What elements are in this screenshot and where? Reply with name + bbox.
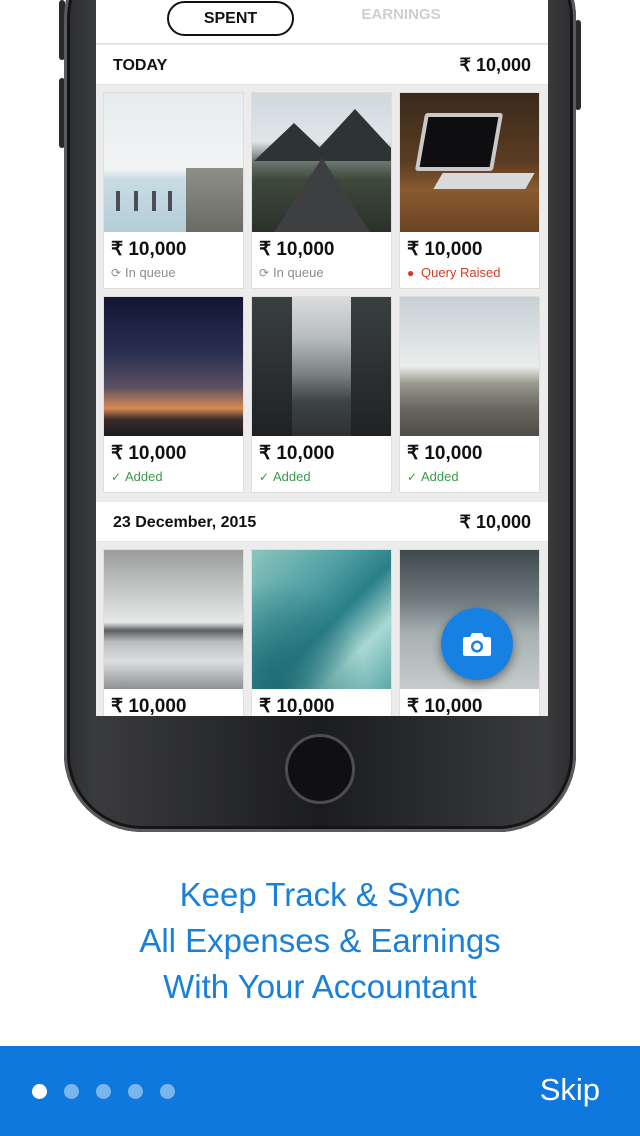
expense-status: ✓ Added — [111, 469, 163, 484]
page-indicator-dot[interactable] — [128, 1084, 143, 1099]
expense-amount: ₹ 10,000 — [259, 696, 335, 716]
alert-icon: ● — [407, 266, 415, 280]
receipt-thumbnail — [252, 297, 391, 436]
expense-amount: ₹ 10,000 — [111, 696, 187, 716]
expense-amount: ₹ 10,000 — [111, 443, 187, 464]
expense-status: ✓ Added — [407, 469, 459, 484]
expense-amount: ₹ 10,000 — [407, 696, 483, 716]
section-date: TODAY — [113, 57, 168, 74]
sync-icon: ⟳ — [111, 266, 122, 280]
expense-card[interactable]: ₹ 10,000 ✓ Added — [103, 296, 244, 493]
section-header: 23 December, 2015 ₹ 10,000 — [96, 502, 548, 542]
expense-card[interactable]: ₹ 10,000 ⟳ In queue — [103, 92, 244, 289]
expense-card[interactable]: ₹ 10,000 ✓ Added — [399, 296, 540, 493]
receipt-thumbnail — [252, 93, 391, 232]
expense-card[interactable]: ₹ 10,000 ⟳ In queue — [251, 92, 392, 289]
onboarding-footer: Skip — [0, 1046, 640, 1136]
camera-button[interactable] — [441, 608, 513, 680]
expense-amount: ₹ 10,000 — [407, 443, 483, 464]
tab-spent[interactable]: SPENT — [167, 1, 294, 36]
page-indicator-dot[interactable] — [64, 1084, 79, 1099]
tagline-line: All Expenses & Earnings — [139, 922, 501, 959]
expense-status: ● Query Raised — [407, 265, 501, 280]
sync-icon: ⟳ — [259, 266, 270, 280]
expense-amount: ₹ 10,000 — [407, 239, 483, 260]
expense-status: ⟳ In queue — [111, 265, 176, 280]
expense-amount: ₹ 10,000 — [259, 239, 335, 260]
page-indicator-dot[interactable] — [96, 1084, 111, 1099]
double-check-icon: ✓ — [259, 470, 270, 484]
expense-card[interactable]: ₹ 10,000 — [103, 549, 244, 716]
onboarding-tagline: Keep Track & Sync All Expenses & Earning… — [0, 872, 640, 1010]
expense-amount: ₹ 10,000 — [259, 443, 335, 464]
receipt-thumbnail — [400, 93, 539, 232]
page-indicator-dot-active[interactable] — [32, 1084, 47, 1099]
receipt-thumbnail — [400, 297, 539, 436]
tab-earnings[interactable]: EARNINGS — [346, 6, 456, 30]
tagline-line: Keep Track & Sync — [179, 876, 461, 913]
receipt-thumbnail — [104, 93, 243, 232]
expense-amount: ₹ 10,000 — [111, 239, 187, 260]
tab-bar: SPENT EARNINGS — [96, 0, 548, 44]
expense-card[interactable]: ₹ 10,000 — [251, 549, 392, 716]
double-check-icon: ✓ — [407, 470, 418, 484]
receipt-thumbnail — [104, 297, 243, 436]
tagline-line: With Your Accountant — [163, 968, 477, 1005]
camera-icon — [463, 633, 491, 656]
expense-status: ✓ Added — [259, 469, 311, 484]
home-button — [285, 734, 355, 804]
receipt-thumbnail — [252, 550, 391, 689]
section-date: 23 December, 2015 — [113, 514, 257, 531]
page-indicator-dot[interactable] — [160, 1084, 175, 1099]
double-check-icon: ✓ — [111, 470, 122, 484]
section-total: ₹ 10,000 — [459, 55, 531, 75]
receipt-thumbnail — [104, 550, 243, 689]
section-header: TODAY ₹ 10,000 — [96, 45, 548, 85]
section-total: ₹ 10,000 — [459, 512, 531, 532]
expense-card[interactable]: ₹ 10,000 ● Query Raised — [399, 92, 540, 289]
skip-button[interactable]: Skip — [540, 1072, 600, 1108]
expense-card[interactable]: ₹ 10,000 ✓ Added — [251, 296, 392, 493]
expense-status: ⟳ In queue — [259, 265, 324, 280]
